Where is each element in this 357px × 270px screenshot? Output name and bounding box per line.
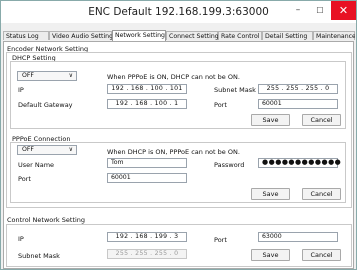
title-bar: ENC Default 192.168.199.3:63000 – ☐ ✕ <box>1 1 356 23</box>
minimize-button[interactable]: – <box>287 1 309 20</box>
dhcp-subnet-label: Subnet Mask <box>214 86 256 94</box>
dhcp-mode-value: OFF <box>22 72 34 79</box>
close-button[interactable]: ✕ <box>331 1 356 20</box>
tab-network-setting[interactable]: Network Setting <box>112 30 166 41</box>
pppoe-note: When DHCP is ON, PPPoE can not be ON. <box>107 148 240 156</box>
app-window: ENC Default 192.168.199.3:63000 – ☐ ✕ St… <box>0 0 357 270</box>
pppoe-port-label: Port <box>18 175 31 183</box>
dhcp-gateway-field[interactable]: 192 . 168 . 100 . 1 <box>107 99 187 109</box>
pppoe-port-field[interactable]: 60001 <box>107 173 187 183</box>
pppoe-mode-value: OFF <box>22 146 34 153</box>
control-network-group <box>6 224 352 267</box>
dhcp-mode-select[interactable]: OFF ∨ <box>17 71 77 81</box>
tab-connect-setting[interactable]: Connect Setting <box>166 31 219 40</box>
pppoe-password-field[interactable]: ●●●●●●●●●●●● <box>258 158 341 168</box>
control-subnet-field: 255 . 255 . 255 . 0 <box>107 249 187 259</box>
dhcp-save-button[interactable]: Save <box>251 114 290 126</box>
dhcp-cancel-button[interactable]: Cancel <box>302 114 341 126</box>
control-ip-label: IP <box>18 235 24 243</box>
control-subnet-label: Subnet Mask <box>18 252 60 260</box>
tab-bar: Status Log Video Audio Setting Network S… <box>3 30 355 41</box>
dhcp-port-field[interactable]: 60001 <box>258 99 338 109</box>
maximize-button[interactable]: ☐ <box>309 1 331 20</box>
dhcp-gateway-label: Default Gateway <box>18 101 73 109</box>
dhcp-note: When PPPoE is ON, DHCP can not be ON. <box>107 73 240 81</box>
tab-video-audio-setting[interactable]: Video Audio Setting <box>49 31 113 40</box>
control-port-label: Port <box>214 236 227 244</box>
chevron-down-icon: ∨ <box>68 146 73 153</box>
chevron-down-icon: ∨ <box>68 72 73 79</box>
control-save-button[interactable]: Save <box>251 249 290 261</box>
network-setting-page: Encoder Network Setting DHCP Setting OFF… <box>3 41 354 269</box>
tab-detail-setting[interactable]: Detail Setting <box>262 31 313 40</box>
control-group-title: Control Network Setting <box>7 216 86 224</box>
control-ip-field[interactable]: 192 . 168 . 199 . 3 <box>107 232 187 242</box>
dhcp-ip-label: IP <box>18 86 24 94</box>
pppoe-user-field[interactable]: Tom <box>107 158 187 168</box>
tab-status-log[interactable]: Status Log <box>3 31 49 40</box>
pppoe-password-label: Password <box>214 161 245 169</box>
tab-rate-control[interactable]: Rate Control <box>218 31 262 40</box>
tab-maintenance[interactable]: Maintenance <box>313 31 355 40</box>
pppoe-save-button[interactable]: Save <box>251 188 290 200</box>
dhcp-subnet-field[interactable]: 255 . 255 . 255 . 0 <box>258 84 338 94</box>
control-cancel-button[interactable]: Cancel <box>302 249 341 261</box>
pppoe-user-label: User Name <box>18 161 55 169</box>
pppoe-mode-select[interactable]: OFF ∨ <box>17 145 77 155</box>
pppoe-cancel-button[interactable]: Cancel <box>302 188 341 200</box>
dhcp-ip-field[interactable]: 192 . 168 . 100 . 101 <box>107 84 187 94</box>
dhcp-port-label: Port <box>214 101 227 109</box>
control-port-field[interactable]: 63000 <box>258 232 338 242</box>
